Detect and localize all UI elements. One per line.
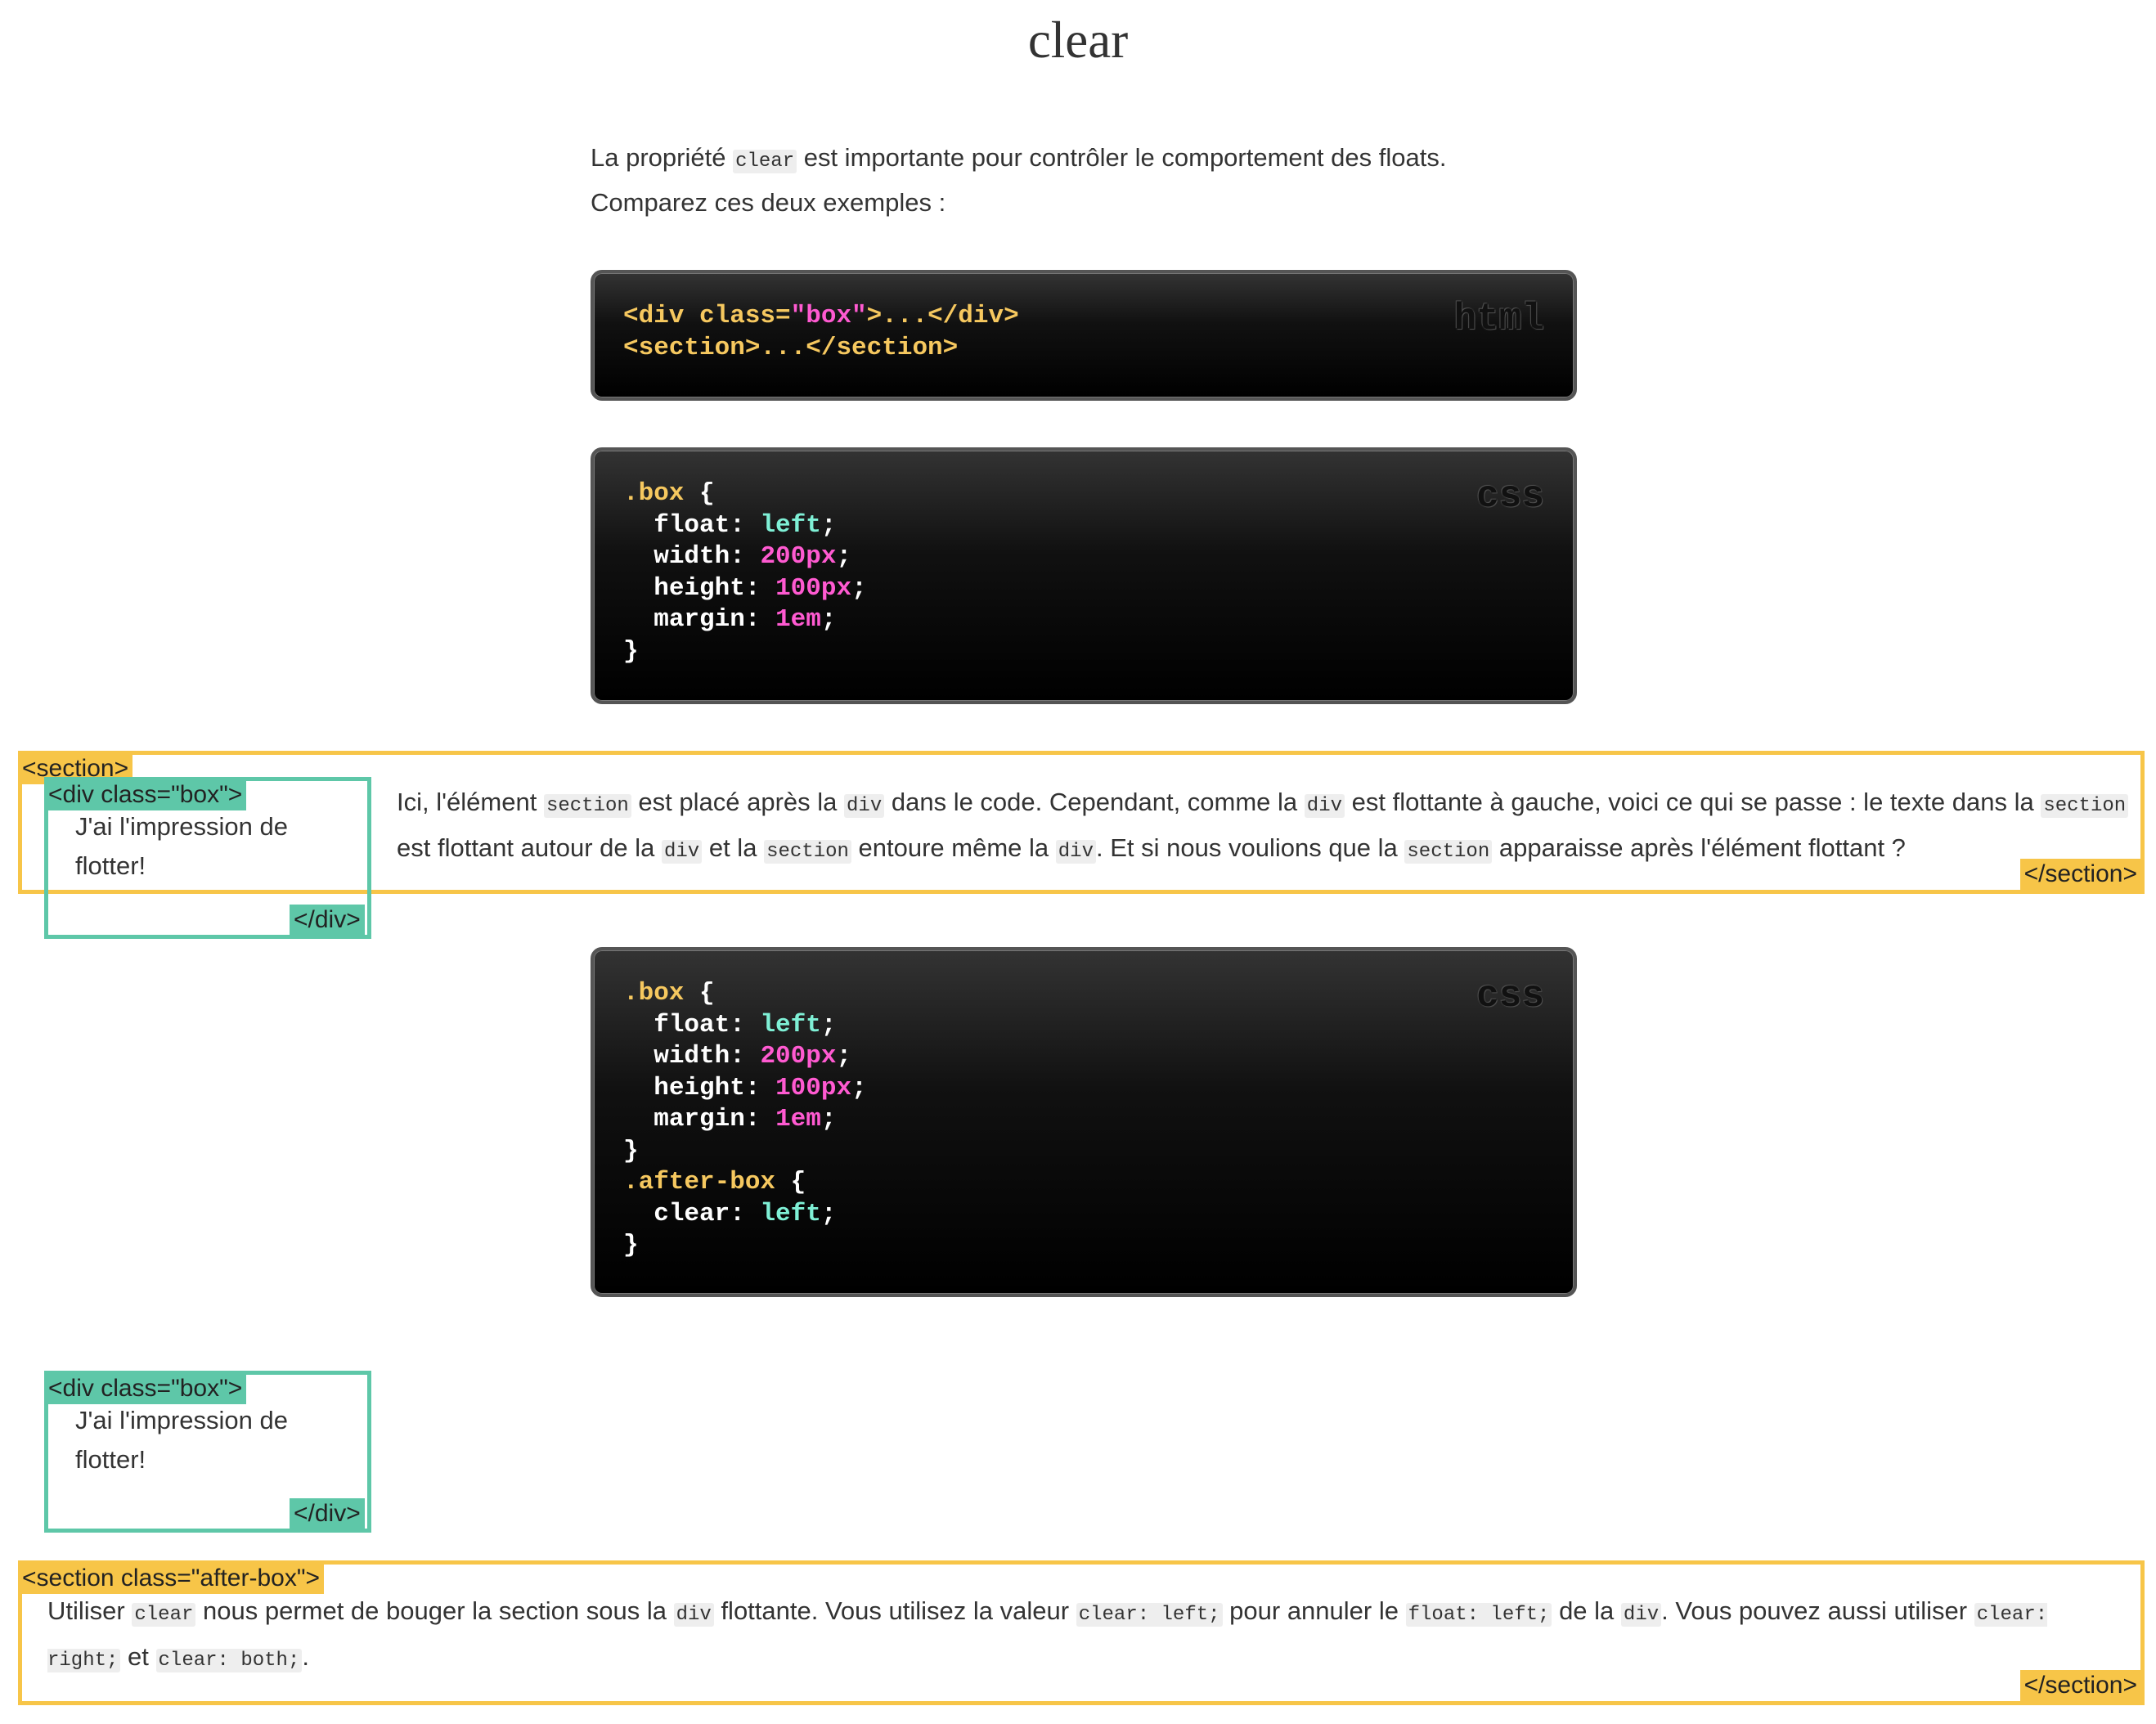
page-title: clear	[1027, 11, 1129, 69]
inline-code: section	[543, 794, 631, 818]
inline-code: clear	[733, 150, 797, 173]
intro-line-2: Comparez ces deux exemples :	[591, 188, 946, 217]
code-content: <div class="box">...</div> <section>...<…	[623, 302, 1019, 362]
example-1-paragraph: Ici, l'élément section est placé après l…	[397, 781, 2131, 873]
code-content: .box { float: left; width: 200px; height…	[623, 479, 867, 666]
inline-code: clear: both;	[155, 1649, 303, 1672]
code-lang-label: css	[1476, 975, 1544, 1017]
box-text: J'ai l'impression de flotter!	[75, 1406, 288, 1474]
inline-code: div	[1304, 794, 1345, 818]
inline-code: div	[1055, 840, 1096, 864]
div-close-tag-label: </div>	[290, 905, 365, 936]
code-block-html: <div class="box">...</div> <section>...<…	[591, 270, 1577, 401]
code-block-css-2: .box { float: left; width: 200px; height…	[591, 947, 1577, 1297]
div-close-tag-label: </div>	[290, 1498, 365, 1529]
inline-code: clear	[132, 1603, 196, 1627]
code-lang-label: html	[1453, 298, 1544, 340]
inline-code: section	[1404, 840, 1493, 864]
div-open-tag-label: <div class="box">	[44, 1373, 247, 1404]
inline-code: float: left;	[1405, 1603, 1552, 1627]
code-block-css-1: .box { float: left; width: 200px; height…	[591, 447, 1577, 704]
example-2-paragraph: Utiliser clear nous permet de bouger la …	[47, 1596, 2048, 1672]
inline-code: clear: left;	[1076, 1603, 1223, 1627]
inline-code: div	[844, 794, 885, 818]
code-content: .box { float: left; width: 200px; height…	[623, 979, 867, 1259]
inline-code: section	[2041, 794, 2129, 818]
box-text: J'ai l'impression de flotter!	[75, 812, 288, 880]
code-lang-label: css	[1476, 475, 1544, 518]
inline-code: div	[1620, 1603, 1662, 1627]
inline-code: div	[662, 840, 703, 864]
inline-code: section	[764, 840, 851, 864]
div-open-tag-label: <div class="box">	[44, 779, 247, 810]
inline-code: div	[673, 1603, 714, 1627]
intro-line-1: La propriété clear est importante pour c…	[591, 143, 1447, 173]
intro-paragraph: La propriété clear est importante pour c…	[591, 137, 1613, 223]
